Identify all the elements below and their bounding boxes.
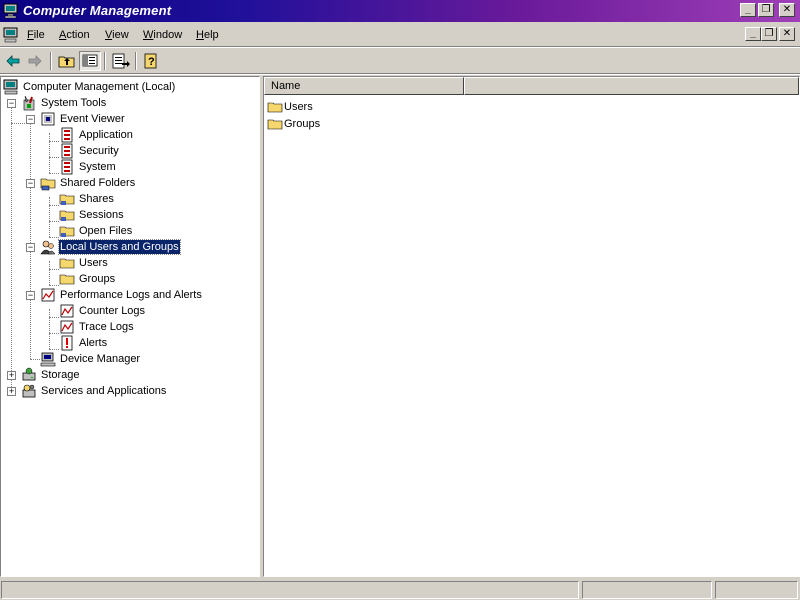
log-chart-icon (59, 319, 75, 335)
computer-icon (3, 79, 19, 95)
list-item-label: Users (284, 101, 313, 113)
status-panel-secondary (582, 581, 712, 599)
console-tree[interactable]: Computer Management (Local) − System Too… (0, 76, 260, 577)
services-icon (21, 383, 37, 399)
minimize-button[interactable]: _ (740, 3, 756, 17)
child-close-button[interactable]: ✕ (779, 27, 795, 41)
status-bar (0, 580, 800, 600)
export-list-button[interactable] (109, 51, 131, 71)
menu-action[interactable]: Action (59, 29, 90, 41)
device-manager-icon (40, 351, 56, 367)
tree-node-label: Sessions (79, 209, 124, 221)
folder-icon (59, 191, 75, 207)
collapse-local-users-groups-button[interactable]: − (26, 243, 35, 252)
collapse-event-viewer-button[interactable]: − (26, 115, 35, 124)
event-log-icon (59, 159, 75, 175)
status-panel-main (1, 581, 579, 599)
tree-node-label: Event Viewer (60, 113, 125, 125)
folder-icon (59, 271, 75, 287)
expand-services-applications-button[interactable]: + (7, 387, 16, 396)
collapse-system-tools-button[interactable]: − (7, 99, 16, 108)
forward-button[interactable] (24, 51, 46, 71)
list-item-label: Groups (284, 118, 321, 130)
storage-icon (21, 367, 37, 383)
details-pane[interactable]: Name Users Groups (263, 76, 800, 577)
event-viewer-icon (40, 111, 56, 127)
window-title: Computer Management (23, 3, 172, 18)
menu-help[interactable]: Help (196, 29, 219, 41)
tree-node-label: Performance Logs and Alerts (60, 289, 202, 301)
shared-folder-icon (40, 175, 56, 191)
menu-bar: File Action View Window Help (0, 24, 800, 46)
title-bar[interactable]: Computer Management _ ❐ ✕ (0, 0, 800, 22)
tree-node-label: Services and Applications (41, 385, 167, 397)
event-log-icon (59, 127, 75, 143)
event-log-icon (59, 143, 75, 159)
back-button[interactable] (2, 51, 24, 71)
expand-storage-button[interactable]: + (7, 371, 16, 380)
tree-node-label: Shared Folders (60, 177, 136, 189)
console-tree-icon (82, 54, 98, 67)
console-icon[interactable] (3, 27, 19, 46)
tree-node-label: Open Files (79, 225, 133, 237)
menu-separator (0, 46, 800, 48)
column-header-name[interactable]: Name (264, 77, 464, 95)
status-panel-tertiary (715, 581, 798, 599)
menu-view[interactable]: View (105, 29, 129, 41)
performance-icon (40, 287, 56, 303)
tree-node-label: Counter Logs (79, 305, 146, 317)
up-folder-icon (58, 56, 75, 68)
tree-node-label: Users (79, 257, 108, 269)
menu-window[interactable]: Window (143, 29, 182, 41)
forward-arrow-icon (28, 55, 42, 67)
collapse-shared-folders-button[interactable]: − (26, 179, 35, 188)
tree-node-label: Local Users and Groups (58, 239, 181, 255)
child-minimize-button[interactable]: _ (745, 27, 761, 41)
folder-icon (267, 116, 283, 135)
tree-node-label: Computer Management (Local) (23, 81, 176, 93)
tree-node-label: System (79, 161, 116, 173)
tools-icon (21, 95, 37, 111)
log-chart-icon (59, 303, 75, 319)
tree-node-label: Storage (41, 369, 80, 381)
menu-file[interactable]: File (27, 29, 45, 41)
collapse-performance-logs-button[interactable]: − (26, 291, 35, 300)
up-one-level-button[interactable] (56, 51, 78, 71)
tree-node-label: Groups (79, 273, 116, 285)
users-group-icon (40, 239, 56, 255)
close-button[interactable]: ✕ (779, 3, 795, 17)
column-header-filler (464, 77, 799, 95)
tree-node-label: System Tools (41, 97, 107, 109)
show-hide-console-tree-button[interactable] (79, 51, 101, 71)
toolbar-separator (0, 73, 800, 75)
folder-icon (59, 255, 75, 271)
tree-node-label: Trace Logs (79, 321, 134, 333)
computer-management-icon[interactable] (3, 3, 19, 22)
folder-icon (59, 207, 75, 223)
child-restore-button[interactable]: ❐ (761, 27, 777, 41)
back-arrow-icon (6, 55, 20, 67)
alert-icon (59, 335, 75, 351)
tree-node-label: Security (79, 145, 119, 157)
folder-icon (59, 223, 75, 239)
tree-node-label: Device Manager (60, 353, 141, 365)
toolbar: ? (0, 49, 800, 73)
help-book-icon: ? (144, 53, 157, 69)
svg-text:?: ? (148, 56, 155, 68)
tree-node-label: Alerts (79, 337, 108, 349)
tree-node-label: Application (79, 129, 133, 141)
export-list-icon (112, 53, 130, 69)
restore-button[interactable]: ❐ (758, 3, 774, 17)
help-button[interactable]: ? (140, 51, 162, 71)
tree-node-label: Shares (79, 193, 114, 205)
